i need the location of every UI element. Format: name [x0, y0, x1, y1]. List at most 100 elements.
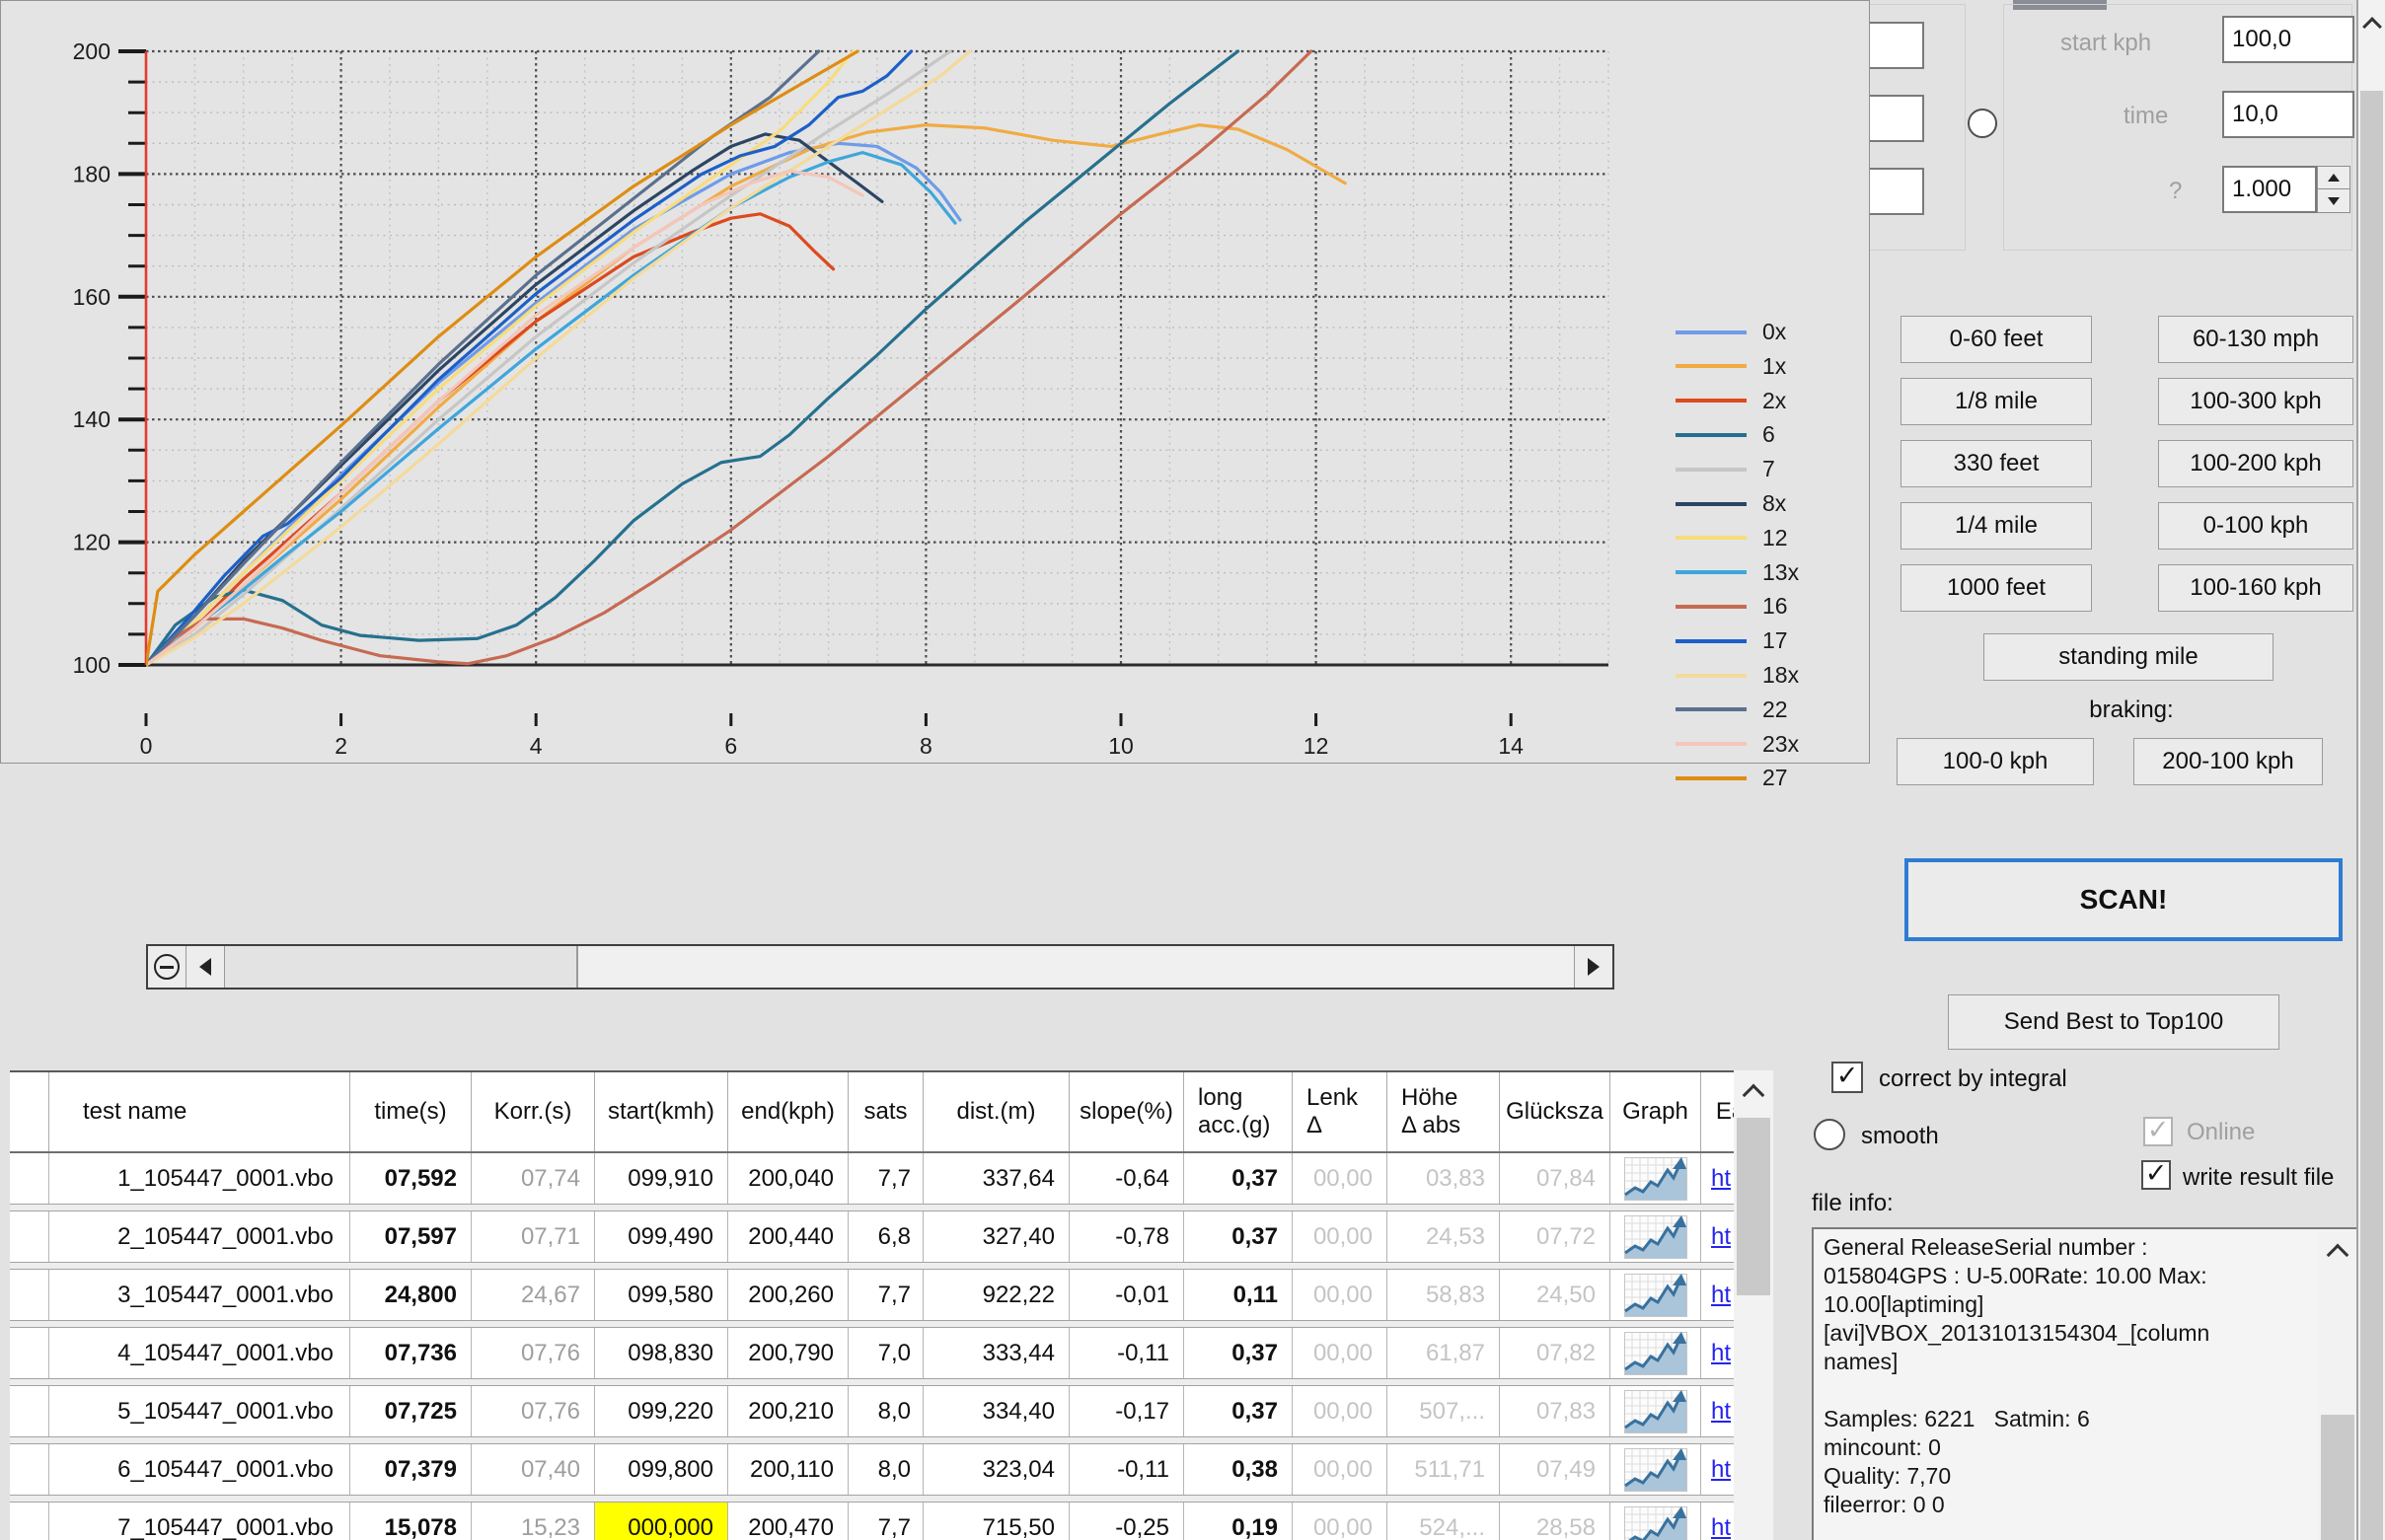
- factor-input[interactable]: [2222, 166, 2317, 213]
- graph-thumbnail-icon[interactable]: [1624, 1274, 1687, 1317]
- graph-thumbnail-icon[interactable]: [1624, 1506, 1687, 1540]
- cell-graph[interactable]: [1610, 1270, 1701, 1320]
- result-link[interactable]: ht: [1711, 1398, 1731, 1426]
- metric-button-330-feet[interactable]: 330 feet: [1901, 440, 2092, 487]
- table-row[interactable]: 5_105447_0001.vbo07,72507,76099,220200,2…: [10, 1386, 1734, 1436]
- chart-horizontal-scrollbar[interactable]: [146, 944, 1614, 990]
- factor-spinner[interactable]: [2317, 166, 2350, 213]
- table-row[interactable]: 3_105447_0001.vbo24,80024,67099,580200,2…: [10, 1270, 1734, 1320]
- result-link[interactable]: ht: [1711, 1165, 1731, 1193]
- start-kph2-label: start kph: [2060, 30, 2151, 57]
- window-scroll-up-icon[interactable]: [2358, 2, 2385, 45]
- column-header-acc[interactable]: long acc.(g): [1184, 1072, 1293, 1151]
- cell-graph[interactable]: [1610, 1153, 1701, 1204]
- cell-lenk: 00,00: [1293, 1211, 1387, 1262]
- braking-100-0-button[interactable]: 100-0 kph: [1897, 738, 2094, 785]
- cell-graph[interactable]: [1610, 1503, 1701, 1540]
- online-checkbox[interactable]: [2143, 1117, 2173, 1146]
- column-header-graph[interactable]: Graph: [1610, 1072, 1701, 1151]
- correct-by-integral-label: correct by integral: [1879, 1065, 2067, 1093]
- cell-graph[interactable]: [1610, 1211, 1701, 1262]
- metric-button-100-300-kph[interactable]: 100-300 kph: [2158, 378, 2353, 425]
- scroll-left-icon[interactable]: [186, 946, 225, 988]
- cell-link[interactable]: ht: [1701, 1328, 1734, 1378]
- cell-link[interactable]: ht: [1701, 1153, 1734, 1204]
- column-header-slope[interactable]: slope(%): [1070, 1072, 1184, 1151]
- scroll-right-icon[interactable]: [1574, 946, 1612, 988]
- zoom-out-icon[interactable]: [148, 946, 186, 988]
- column-header-link[interactable]: Ea: [1701, 1072, 1734, 1151]
- spinner-up-icon[interactable]: [2318, 167, 2349, 189]
- table-row[interactable]: 1_105447_0001.vbo07,59207,74099,910200,0…: [10, 1153, 1734, 1204]
- smooth-radio[interactable]: [1814, 1119, 1845, 1150]
- table-scrollbar[interactable]: [1734, 1070, 1773, 1540]
- column-header-sats[interactable]: sats: [849, 1072, 924, 1151]
- cell-korr: 07,74: [472, 1153, 595, 1204]
- metric-button-1-4-mile[interactable]: 1/4 mile: [1901, 502, 2092, 550]
- graph-thumbnail-icon[interactable]: [1624, 1332, 1687, 1375]
- column-header-hoehe[interactable]: Höhe Δ abs: [1387, 1072, 1500, 1151]
- cell-link[interactable]: ht: [1701, 1444, 1734, 1495]
- cell-lenk: 00,00: [1293, 1503, 1387, 1540]
- graph-thumbnail-icon[interactable]: [1624, 1390, 1687, 1433]
- table-row[interactable]: 7_105447_0001.vbo15,07815,23000,000200,4…: [10, 1503, 1734, 1540]
- metric-button-1000-feet[interactable]: 1000 feet: [1901, 564, 2092, 612]
- result-link[interactable]: ht: [1711, 1514, 1731, 1540]
- graph-thumbnail-icon[interactable]: [1624, 1157, 1687, 1201]
- file-info-scrollbar-thumb[interactable]: [2321, 1415, 2354, 1540]
- cell-link[interactable]: ht: [1701, 1386, 1734, 1436]
- result-link[interactable]: ht: [1711, 1223, 1731, 1251]
- braking-200-100-button[interactable]: 200-100 kph: [2133, 738, 2323, 785]
- table-row[interactable]: 2_105447_0001.vbo07,59707,71099,490200,4…: [10, 1211, 1734, 1262]
- column-header-end[interactable]: end(kph): [728, 1072, 849, 1151]
- metric-button-0-100-kph[interactable]: 0-100 kph: [2158, 502, 2353, 550]
- column-header-korr[interactable]: Korr.(s): [472, 1072, 595, 1151]
- column-header-start[interactable]: start(kmh): [595, 1072, 728, 1151]
- graph-thumbnail-icon[interactable]: [1624, 1448, 1687, 1492]
- time-radio[interactable]: [1968, 109, 1997, 138]
- chart-scrollbar-thumb[interactable]: [225, 946, 578, 988]
- cell-graph[interactable]: [1610, 1386, 1701, 1436]
- column-header-lenk[interactable]: Lenk Δ: [1293, 1072, 1387, 1151]
- cell-link[interactable]: ht: [1701, 1503, 1734, 1540]
- cell-graph[interactable]: [1610, 1444, 1701, 1495]
- table-row[interactable]: 6_105447_0001.vbo07,37907,40099,800200,1…: [10, 1444, 1734, 1495]
- metric-button-100-160-kph[interactable]: 100-160 kph: [2158, 564, 2353, 612]
- metric-button-1-8-mile[interactable]: 1/8 mile: [1901, 378, 2092, 425]
- table-scroll-up-icon[interactable]: [1734, 1070, 1773, 1114]
- table-scrollbar-thumb[interactable]: [1737, 1118, 1770, 1295]
- cell-link[interactable]: ht: [1701, 1211, 1734, 1262]
- cell-slope: -0,17: [1070, 1386, 1184, 1436]
- column-header-time[interactable]: time(s): [350, 1072, 472, 1151]
- metric-button-100-200-kph[interactable]: 100-200 kph: [2158, 440, 2353, 487]
- standing-mile-button[interactable]: standing mile: [1983, 633, 2273, 681]
- spinner-down-icon[interactable]: [2318, 190, 2349, 212]
- metric-button-60-130-mph[interactable]: 60-130 mph: [2158, 316, 2353, 363]
- file-info-scroll-up-icon[interactable]: [2319, 1231, 2356, 1273]
- x-axis-tick-label: 4: [530, 733, 543, 759]
- window-scrollbar[interactable]: [2358, 0, 2385, 1540]
- write-result-file-checkbox[interactable]: [2141, 1160, 2171, 1190]
- file-info-scrollbar[interactable]: [2319, 1231, 2356, 1540]
- series-line-8x: [146, 134, 882, 665]
- scan-button[interactable]: SCAN!: [1904, 858, 2343, 941]
- result-link[interactable]: ht: [1711, 1456, 1731, 1484]
- result-link[interactable]: ht: [1711, 1340, 1731, 1367]
- metric-button-0-60-feet[interactable]: 0-60 feet: [1901, 316, 2092, 363]
- legend-label: 2x: [1762, 388, 1786, 414]
- column-header-sel[interactable]: [10, 1072, 49, 1151]
- graph-thumbnail-icon[interactable]: [1624, 1215, 1687, 1259]
- correct-by-integral-checkbox[interactable]: [1831, 1062, 1863, 1093]
- window-scrollbar-thumb[interactable]: [2360, 91, 2383, 1540]
- time-input[interactable]: [2222, 91, 2354, 138]
- cell-link[interactable]: ht: [1701, 1270, 1734, 1320]
- cell-graph[interactable]: [1610, 1328, 1701, 1378]
- result-link[interactable]: ht: [1711, 1282, 1731, 1309]
- column-header-dist[interactable]: dist.(m): [924, 1072, 1070, 1151]
- table-row[interactable]: 4_105447_0001.vbo07,73607,76098,830200,7…: [10, 1328, 1734, 1378]
- cell-sats: 7,7: [849, 1503, 924, 1540]
- column-header-name[interactable]: test name: [49, 1072, 350, 1151]
- start-kph2-input[interactable]: [2222, 16, 2354, 63]
- send-best-button[interactable]: Send Best to Top100: [1948, 994, 2279, 1050]
- column-header-glueck[interactable]: Glücksza: [1500, 1072, 1610, 1151]
